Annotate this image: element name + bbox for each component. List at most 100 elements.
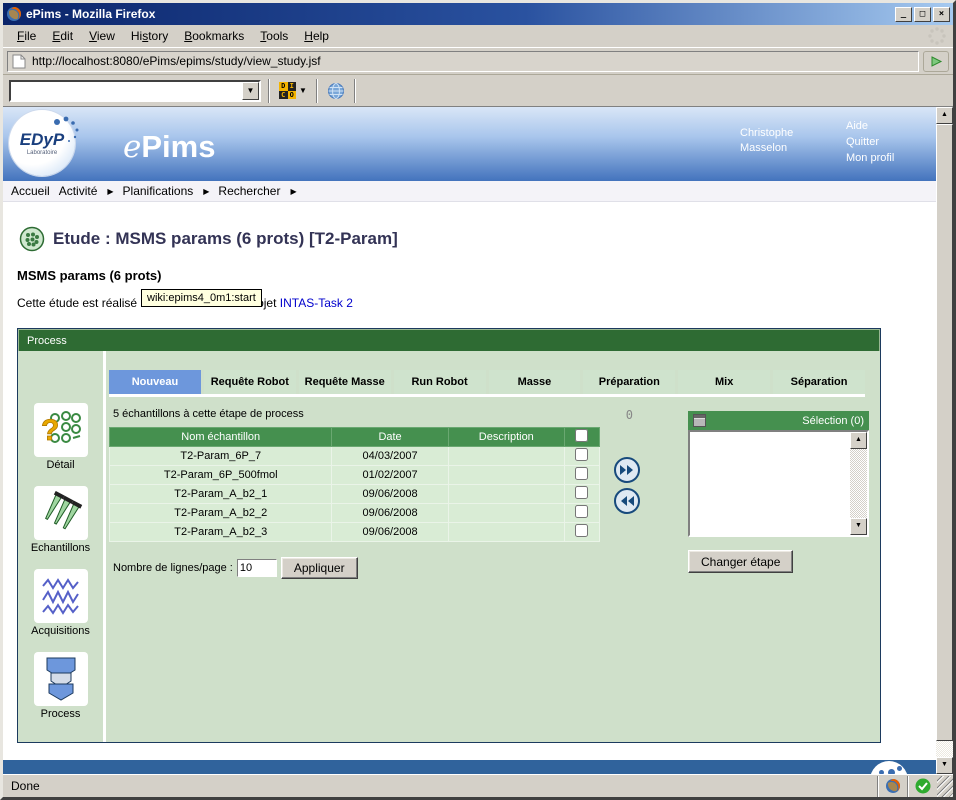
- study-sidebar: ? Détail: [18, 351, 106, 742]
- col-header-checkbox: [564, 428, 599, 447]
- row-checkbox[interactable]: [575, 448, 588, 461]
- samples-table: Nom échantillon Date Description T2-Para…: [109, 427, 600, 542]
- move-right-button[interactable]: [614, 457, 640, 483]
- dico-dropdown-icon[interactable]: ▼: [299, 86, 307, 95]
- combo-dropdown-icon[interactable]: ▼: [242, 82, 259, 100]
- double-arrow-right-icon: [619, 464, 635, 476]
- close-button[interactable]: ×: [933, 7, 950, 22]
- col-header-description[interactable]: Description: [448, 428, 564, 447]
- table-row: T2-Param_A_b2_109/06/2008: [110, 485, 600, 504]
- nav-planifications[interactable]: Planifications▶: [123, 184, 210, 198]
- scroll-up-icon[interactable]: ▲: [936, 107, 953, 124]
- process-panel: Process ?: [17, 328, 881, 743]
- selection-actions: Changer étape: [688, 550, 869, 573]
- tab-requete-masse[interactable]: Requête Masse: [299, 370, 391, 394]
- scrollbar-thumb[interactable]: [936, 124, 953, 741]
- submenu-arrow-icon: ▶: [203, 187, 209, 196]
- globe-button[interactable]: [325, 80, 347, 102]
- footer-edyp-logo: [870, 761, 908, 774]
- url-field[interactable]: http://localhost:8080/ePims/epims/study/…: [7, 51, 919, 72]
- minimize-button[interactable]: _: [895, 7, 912, 22]
- process-panel-body: ? Détail: [18, 351, 880, 742]
- title-bar: ePims - Mozilla Firefox _ □ ×: [3, 3, 953, 25]
- resize-grip[interactable]: [937, 776, 953, 797]
- dico-button[interactable]: DICO ▼: [277, 80, 309, 101]
- apply-button[interactable]: Appliquer: [281, 557, 358, 579]
- logo-dots: [51, 116, 81, 146]
- page-footer: [3, 760, 936, 774]
- row-checkbox[interactable]: [575, 505, 588, 518]
- selection-list-icon: [693, 414, 706, 427]
- tab-nouveau[interactable]: Nouveau: [109, 370, 201, 394]
- tab-mix[interactable]: Mix: [678, 370, 770, 394]
- sidebar-item-process[interactable]: Process: [18, 652, 103, 720]
- nav-activite[interactable]: Activité▶: [59, 184, 114, 198]
- table-row: T2-Param_A_b2_209/06/2008: [110, 504, 600, 523]
- tab-run-robot[interactable]: Run Robot: [394, 370, 486, 394]
- sidebar-label: Process: [18, 708, 103, 720]
- security-status-button[interactable]: [907, 776, 937, 797]
- location-bar-row: http://localhost:8080/ePims/epims/study/…: [3, 48, 953, 75]
- double-arrow-left-icon: [619, 495, 635, 507]
- toolbar-separator: [268, 79, 270, 103]
- change-step-button[interactable]: Changer étape: [688, 550, 793, 573]
- submenu-arrow-icon: ▶: [107, 187, 113, 196]
- sample-name: T2-Param_A_b2_3: [110, 523, 332, 542]
- scroll-down-icon[interactable]: ▼: [850, 518, 867, 535]
- tab-masse[interactable]: Masse: [489, 370, 581, 394]
- browser-scrollbar[interactable]: ▲ ▼: [936, 107, 953, 774]
- table-row: T2-Param_6P_704/03/2007: [110, 447, 600, 466]
- sample-date: 09/06/2008: [332, 504, 448, 523]
- sidebar-item-acquisitions[interactable]: Acquisitions: [18, 569, 103, 637]
- link-aide[interactable]: Aide: [846, 118, 894, 134]
- logo-subtext: Laboratoire: [9, 150, 75, 156]
- scroll-down-icon[interactable]: ▼: [936, 757, 953, 774]
- tab-requete-robot[interactable]: Requête Robot: [204, 370, 296, 394]
- detail-icon: ?: [34, 403, 88, 457]
- tab-preparation[interactable]: Préparation: [583, 370, 675, 394]
- row-checkbox[interactable]: [575, 524, 588, 537]
- check-icon: [915, 778, 931, 794]
- acquisitions-icon: [34, 569, 88, 623]
- page-title-row: Etude : MSMS params (6 prots) [T2-Param]: [19, 226, 936, 252]
- edyp-logo: EDyP Laboratoire: [9, 110, 75, 176]
- row-checkbox[interactable]: [575, 486, 588, 499]
- selection-scrollbar[interactable]: ▲ ▼: [850, 432, 867, 535]
- move-left-button[interactable]: [614, 488, 640, 514]
- samples-icon: [34, 486, 88, 540]
- sample-description: [448, 523, 564, 542]
- menu-view[interactable]: View: [81, 26, 123, 46]
- menu-help[interactable]: Help: [296, 26, 337, 46]
- process-panel-header: Process: [18, 329, 880, 351]
- project-link[interactable]: INTAS-Task 2: [280, 296, 353, 310]
- go-button[interactable]: [923, 51, 949, 72]
- nav-accueil[interactable]: Accueil: [11, 184, 50, 198]
- rows-per-page-input[interactable]: [237, 559, 277, 577]
- table-row: T2-Param_6P_500fmol01/02/2007: [110, 466, 600, 485]
- sample-description: [448, 466, 564, 485]
- menu-history[interactable]: History: [123, 26, 176, 46]
- firefox-status-button[interactable]: [877, 776, 907, 797]
- col-header-date[interactable]: Date: [332, 428, 448, 447]
- selection-listbox[interactable]: ▲ ▼: [688, 430, 869, 537]
- link-quitter[interactable]: Quitter: [846, 134, 894, 150]
- col-header-name[interactable]: Nom échantillon: [110, 428, 332, 447]
- selection-header: Sélection (0): [688, 411, 869, 430]
- link-mon-profil[interactable]: Mon profil: [846, 150, 894, 166]
- row-checkbox[interactable]: [575, 467, 588, 480]
- menu-file[interactable]: File: [9, 26, 44, 46]
- sidebar-item-echantillons[interactable]: Echantillons: [18, 486, 103, 554]
- menu-edit[interactable]: Edit: [44, 26, 81, 46]
- process-step-tabs: Nouveau Requête Robot Requête Masse Run …: [109, 370, 865, 397]
- scroll-up-icon[interactable]: ▲: [850, 432, 867, 449]
- maximize-button[interactable]: □: [914, 7, 931, 22]
- checkbox-cell: [564, 466, 599, 485]
- search-input[interactable]: [11, 82, 242, 100]
- select-all-checkbox[interactable]: [575, 429, 588, 442]
- menu-bookmarks[interactable]: Bookmarks: [176, 26, 252, 46]
- menu-tools[interactable]: Tools: [252, 26, 296, 46]
- nav-rechercher[interactable]: Rechercher▶: [218, 184, 296, 198]
- sidebar-item-detail[interactable]: ? Détail: [18, 403, 103, 471]
- table-header-row: Nom échantillon Date Description: [110, 428, 600, 447]
- tab-separation[interactable]: Séparation: [773, 370, 865, 394]
